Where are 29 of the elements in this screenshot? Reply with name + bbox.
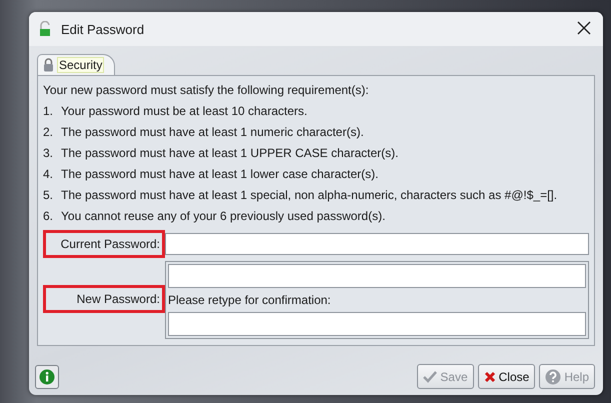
confirm-label: Please retype for confirmation:: [168, 292, 332, 309]
new-password-field[interactable]: [168, 264, 586, 288]
close-icon: [484, 370, 496, 382]
current-password-field[interactable]: [165, 233, 589, 255]
list-number: 2.: [43, 124, 54, 141]
field-label: New Password:: [43, 284, 165, 312]
close-button[interactable]: Close: [478, 364, 536, 389]
field-label: Current Password:: [43, 230, 165, 258]
requirements-intro: Your new password must satisfy the following requirement(s):: [43, 82, 370, 99]
padlock-icon: [39, 21, 51, 37]
list-number: 6.: [43, 208, 54, 225]
help-icon: [545, 368, 562, 384]
check-icon: [423, 370, 438, 382]
info-button[interactable]: [35, 364, 59, 388]
window-title: Edit Password: [61, 22, 146, 36]
list-number: 3.: [43, 145, 54, 162]
requirement-text: You cannot reuse any of your 6 previously used password(s).: [61, 208, 386, 225]
requirement-text: The password must have at least 1 UPPER CASE character(s).: [61, 145, 398, 162]
padlock-icon: [43, 58, 54, 72]
requirement-text: Your password must be at least 10 characters.: [61, 103, 308, 120]
requirement-text: The password must have at least 1 special, non alpha-numeric, characters such as #@!$_=[].: [61, 187, 558, 204]
tab-label: Security: [57, 57, 104, 73]
confirm-password-field[interactable]: [168, 312, 586, 336]
tab[interactable]: Security: [37, 54, 116, 75]
list-number: 1.: [43, 103, 54, 120]
list-number: 4.: [43, 166, 54, 183]
list-number: 5.: [43, 187, 54, 204]
requirement-text: The password must have at least 1 numeric character(s).: [61, 124, 364, 141]
requirement-text: The password must have at least 1 lower case character(s).: [61, 166, 378, 183]
